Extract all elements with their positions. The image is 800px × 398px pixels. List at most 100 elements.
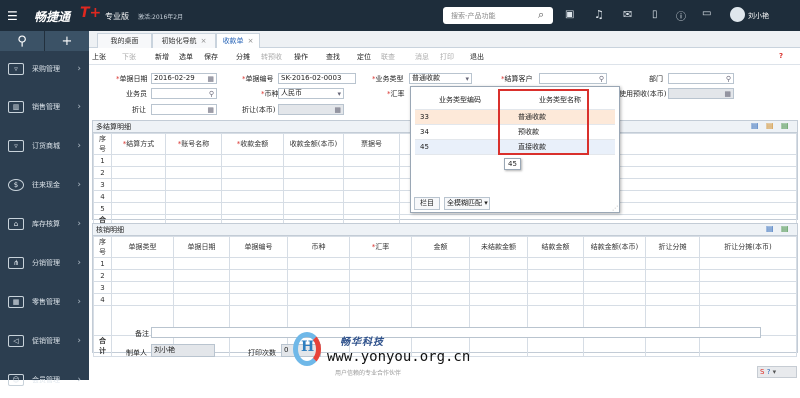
highlight-box: [498, 89, 589, 155]
customer-label: 结算客户: [501, 74, 533, 84]
toolbar-to-prepay[interactable]: 转预收: [261, 52, 282, 62]
remark-field[interactable]: [151, 327, 761, 338]
chevron-right-icon: ›: [77, 64, 81, 74]
sidebar-item-distribution[interactable]: ⋔ 分销管理 ›: [0, 245, 89, 281]
table-row[interactable]: 2: [93, 269, 797, 282]
toolbar-next[interactable]: 下张: [122, 52, 136, 62]
close-icon[interactable]: ×: [201, 37, 207, 45]
tab-receipt[interactable]: 收款单 ×: [216, 33, 260, 48]
calendar-icon[interactable]: ▦: [207, 75, 214, 83]
verify-header-row: 序号 单据类型 单据日期 单据编号 币种 汇率 金额 未结款金额 结款金额 结款…: [93, 236, 797, 258]
toolbar-message[interactable]: 消息: [415, 52, 429, 62]
column-header-text: 收款金额: [240, 140, 269, 148]
tab-desktop[interactable]: 我的桌面: [97, 33, 152, 48]
sidebar-item-inventory[interactable]: ⌂ 库存核算 ›: [0, 206, 89, 242]
toolbar-exit[interactable]: 退出: [470, 52, 484, 62]
discount-base-field[interactable]: ▦: [278, 104, 344, 115]
column-header-text: 账号名称: [181, 140, 210, 148]
calculator-icon[interactable]: ▦: [334, 106, 341, 114]
match-mode-select[interactable]: 全模糊匹配 ▾: [444, 197, 490, 210]
export-icon[interactable]: ▤: [781, 224, 789, 233]
toolbar-save[interactable]: 保存: [204, 52, 218, 62]
copy-row-icon[interactable]: ▤: [766, 224, 774, 233]
row-number: 4: [93, 293, 112, 306]
sidebar-item-promotion[interactable]: ◁ 促销管理 ›: [0, 323, 89, 359]
chevron-down-icon[interactable]: ▾: [337, 90, 341, 98]
sidebar: ⚲ + ▿ 采购管理 › ▥ 销售管理 › ▿ 订货商城 › $ 往来现金 › ⌂ 库存核算 › ⋔…: [0, 31, 89, 386]
sidebar-item-purchase[interactable]: ▿ 采购管理 ›: [0, 51, 89, 87]
currency-select[interactable]: 人民币 ▾: [278, 88, 344, 99]
biz-type-select[interactable]: 普通收款 ▾: [409, 73, 472, 84]
tray-menu-icon[interactable]: ▾: [773, 368, 777, 376]
bar-chart-icon: ▥: [8, 101, 24, 113]
salesman-field[interactable]: ⚲: [151, 88, 217, 99]
toolbar-prev[interactable]: 上张: [92, 52, 106, 62]
search-box[interactable]: 搜索-产品功能 ⌕: [443, 7, 553, 24]
tab-init-nav[interactable]: 初始化导航 ×: [152, 33, 216, 48]
doc-no-value: SK-2016-02-0003: [281, 74, 342, 82]
sidebar-item-member[interactable]: ☺ 会员管理 ›: [0, 362, 89, 398]
toolbar-locate[interactable]: 定位: [357, 52, 371, 62]
sidebar-item-cash[interactable]: $ 往来现金 ›: [0, 167, 89, 203]
doc-date-label: 单据日期: [116, 74, 148, 84]
doc-date-value: 2016-02-29: [154, 74, 195, 82]
table-row[interactable]: 3: [93, 281, 797, 294]
doc-no-field[interactable]: SK-2016-02-0003: [278, 73, 356, 84]
search-icon[interactable]: ⚲: [209, 90, 214, 98]
export-icon[interactable]: ▤: [781, 121, 789, 130]
tray-logo-icon[interactable]: S: [760, 368, 764, 376]
sidebar-search-icon[interactable]: ⚲: [0, 31, 45, 51]
help-icon[interactable]: ⓘ: [676, 8, 686, 23]
user-name[interactable]: 刘小艳: [748, 11, 769, 21]
menu-icon[interactable]: ☰: [7, 9, 18, 23]
avatar[interactable]: [730, 7, 745, 22]
system-tray[interactable]: S ? ▾: [757, 366, 797, 378]
table-row[interactable]: 1: [93, 257, 797, 270]
table-row[interactable]: 4: [93, 293, 797, 306]
column-header-text: 汇率: [375, 243, 390, 251]
mobile-icon[interactable]: ▯: [652, 9, 658, 20]
toolbar-print[interactable]: 打印: [440, 52, 454, 62]
calculator-icon[interactable]: ▦: [207, 106, 214, 114]
maker-label: 制单人: [126, 349, 147, 357]
toolbar-allocate[interactable]: 分摊: [236, 52, 250, 62]
calendar-icon[interactable]: ▣: [565, 9, 574, 20]
sidebar-item-sales[interactable]: ▥ 销售管理 ›: [0, 89, 89, 125]
sidebar-item-retail[interactable]: ▦ 零售管理 ›: [0, 284, 89, 320]
column-header-text: 结算方式: [126, 140, 155, 148]
toolbar-new[interactable]: 新增: [155, 52, 169, 62]
sidebar-add-icon[interactable]: +: [45, 31, 89, 51]
columns-button[interactable]: 栏目: [414, 197, 440, 210]
doc-date-field[interactable]: 2016-02-29 ▦: [151, 73, 217, 84]
maker-field: 刘小艳: [151, 344, 215, 357]
megaphone-icon: ◁: [8, 335, 24, 347]
close-icon[interactable]: ×: [248, 37, 254, 45]
dept-field[interactable]: ⚲: [668, 73, 734, 84]
mail-icon[interactable]: ✉: [623, 8, 632, 21]
chevron-down-icon[interactable]: ▾: [465, 75, 469, 83]
resize-grip-icon[interactable]: ⋰: [612, 205, 618, 212]
prepay-field[interactable]: ▦: [668, 88, 734, 99]
toolbar-find[interactable]: 查找: [326, 52, 340, 62]
chat-icon[interactable]: ▭: [702, 8, 711, 19]
toolbar-select[interactable]: 选单: [179, 52, 193, 62]
chevron-right-icon: ›: [77, 258, 81, 268]
search-icon[interactable]: ⌕: [538, 8, 544, 22]
watermark-brand: 畅华科技: [340, 337, 384, 348]
calculator-icon[interactable]: ▦: [724, 90, 731, 98]
toolbar-query[interactable]: 联查: [381, 52, 395, 62]
add-row-icon[interactable]: ▤: [751, 121, 759, 130]
sidebar-item-mall[interactable]: ▿ 订货商城 ›: [0, 128, 89, 164]
copy-row-icon[interactable]: ▤: [766, 121, 774, 130]
search-icon[interactable]: ⚲: [726, 75, 731, 83]
bell-icon[interactable]: ♫: [594, 8, 604, 21]
tray-help-icon[interactable]: ?: [767, 368, 771, 376]
help-icon[interactable]: ?: [779, 52, 783, 60]
tab-bar: 我的桌面 初始化导航 × 收款单 ×: [89, 31, 800, 48]
toolbar-operate[interactable]: 操作: [294, 52, 308, 62]
print-count-label: 打印次数: [248, 349, 276, 357]
search-icon[interactable]: ⚲: [599, 75, 604, 83]
customer-field[interactable]: ⚲: [539, 73, 607, 84]
discount-field[interactable]: ▦: [151, 104, 217, 115]
search-input[interactable]: 搜索-产品功能: [451, 11, 496, 21]
